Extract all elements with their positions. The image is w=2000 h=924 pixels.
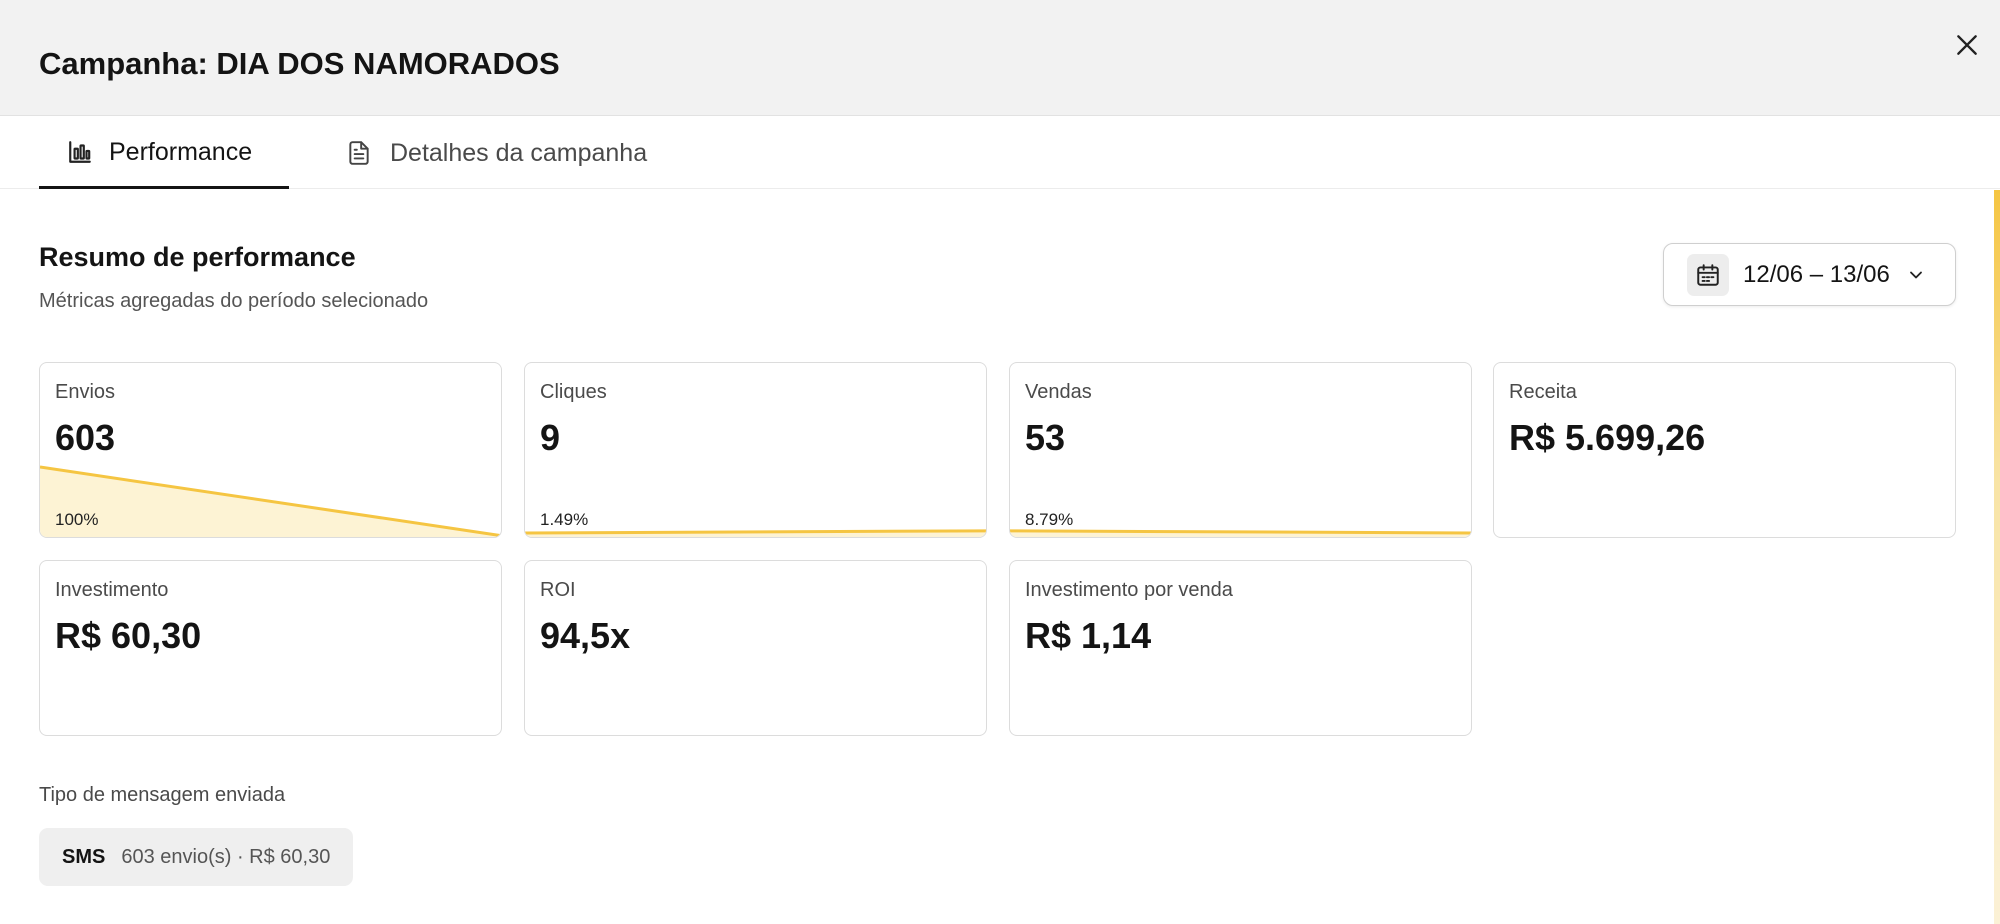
calendar-icon-box [1687, 253, 1729, 296]
metric-value: R$ 5.699,26 [1509, 417, 1706, 458]
date-chevron-wrap [1906, 265, 1926, 285]
metric-label: ROI [540, 579, 576, 601]
metric-value: 94,5x [540, 615, 631, 656]
metric-card-investimento: Investimento R$ 60,30 [39, 560, 502, 736]
summary-subtitle: Métricas agregadas do período selecionad… [39, 290, 429, 312]
modal-header: Campanha: DIA DOS NAMORADOS [0, 0, 2000, 116]
metric-value: 9 [540, 417, 561, 458]
metric-card-receita: Receita R$ 5.699,26 [1493, 362, 1956, 538]
summary-title: Resumo de performance [39, 242, 356, 272]
message-types-title: Tipo de mensagem enviada [39, 784, 286, 806]
metric-value: 53 [1025, 417, 1066, 458]
metric-value: R$ 60,30 [55, 615, 202, 656]
metric-label: Vendas [1025, 381, 1092, 403]
close-icon [1957, 35, 1977, 55]
message-type-detail: 603 envio(s) · R$ 60,30 [121, 845, 331, 868]
metric-percent: 1.49% [540, 510, 589, 529]
date-range-picker[interactable]: 12/06 – 13/06 [1663, 243, 1956, 306]
metric-card-roi: ROI 94,5x [524, 560, 987, 736]
scroll-accent-bar [1994, 190, 2000, 924]
date-range-label: 12/06 – 13/06 [1743, 260, 1890, 288]
metric-label: Investimento [55, 579, 169, 601]
chevron-down-icon [1909, 271, 1922, 278]
metric-value: 603 [55, 417, 116, 458]
modal-title: Campanha: DIA DOS NAMORADOS [39, 46, 560, 81]
bar-chart-icon [69, 140, 91, 163]
document-icon [349, 141, 369, 165]
tab-campaign-details-label: Detalhes da campanha [390, 139, 648, 167]
calendar-icon [1697, 263, 1719, 286]
message-type-chip: SMS 603 envio(s) · R$ 60,30 [39, 828, 354, 886]
tab-campaign-details[interactable]: Detalhes da campanha [344, 117, 647, 189]
metric-card-cliques: Cliques 9 1.49% [524, 362, 987, 538]
metric-percent: 8.79% [1025, 510, 1074, 529]
tab-performance-label: Performance [109, 137, 253, 166]
tab-performance[interactable]: Performance [39, 117, 289, 189]
metric-card-vendas: Vendas 53 8.79% [1009, 362, 1472, 538]
message-type-name: SMS [62, 845, 106, 868]
metric-label: Receita [1509, 381, 1577, 403]
metric-label: Investimento por venda [1025, 579, 1233, 601]
metric-value: R$ 1,14 [1025, 615, 1152, 656]
metric-label: Envios [55, 381, 116, 403]
metric-percent: 100% [55, 510, 99, 529]
tab-bar: Performance Detalhes da campanha [0, 117, 2000, 189]
metric-card-investimento-por-venda: Investimento por venda R$ 1,14 [1009, 560, 1472, 736]
metric-label: Cliques [540, 381, 607, 403]
metric-card-envios: Envios 603 100% [39, 362, 502, 538]
close-button[interactable] [1950, 28, 1984, 62]
